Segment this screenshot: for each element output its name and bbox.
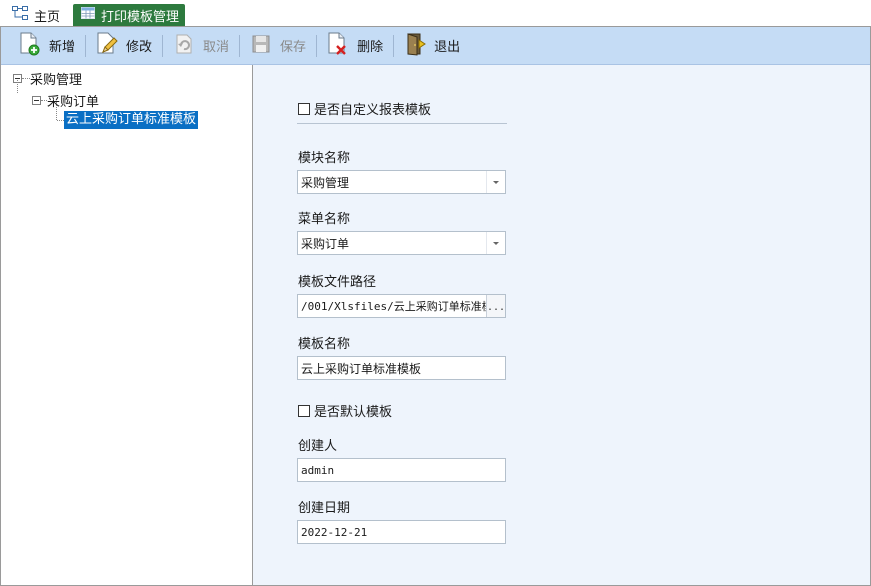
undo-icon xyxy=(173,32,195,60)
template-form: 是否自定义报表模板 模块名称 采购管理 菜单名称 采购订单 模板文件路径 /00… xyxy=(253,65,870,585)
toolbar-separator xyxy=(393,34,395,57)
tree-connector xyxy=(22,77,30,79)
create-date-label: 创建日期 xyxy=(298,501,351,516)
tree-node-label: 采购管理 xyxy=(30,72,83,88)
module-name-label: 模块名称 xyxy=(298,151,351,166)
template-name-value: 云上采购订单标准模板 xyxy=(301,361,422,376)
cancel-label: 取消 xyxy=(203,40,230,55)
menu-name-select[interactable]: 采购订单 xyxy=(297,231,506,255)
tree-connector xyxy=(57,119,64,121)
template-name-input[interactable]: 云上采购订单标准模板 xyxy=(297,356,506,380)
edit-button[interactable]: 修改 xyxy=(88,31,160,61)
menu-name-label: 菜单名称 xyxy=(298,212,351,227)
toolbar-separator xyxy=(162,34,164,57)
toolbar-separator xyxy=(239,34,241,57)
tree-connector xyxy=(17,80,18,93)
exit-button[interactable]: 退出 xyxy=(396,31,468,61)
create-date-input[interactable]: 2022-12-21 xyxy=(297,520,506,544)
creator-value: admin xyxy=(301,463,335,477)
toolbar: 新增 修改 取消 保存 删除 退出 xyxy=(1,27,870,65)
custom-report-checkbox[interactable]: 是否自定义报表模板 xyxy=(298,99,431,118)
tab-print-template[interactable]: 打印模板管理 xyxy=(73,4,185,26)
exit-door-icon xyxy=(404,32,426,60)
create-date-value: 2022-12-21 xyxy=(301,525,368,539)
new-button[interactable]: 新增 xyxy=(11,31,83,61)
tree-node-template[interactable]: 云上采购订单标准模板 xyxy=(57,111,199,129)
sitemap-icon xyxy=(12,6,28,24)
toolbar-separator xyxy=(85,34,87,57)
checkbox-box[interactable] xyxy=(298,404,310,417)
save-label: 保存 xyxy=(280,40,307,55)
tab-print-template-label: 打印模板管理 xyxy=(101,9,180,25)
edit-label: 修改 xyxy=(126,40,153,55)
template-path-field[interactable]: /001/Xlsfiles/云上采购订单标准模 ... xyxy=(297,294,506,318)
new-document-icon xyxy=(19,32,41,60)
creator-input[interactable]: admin xyxy=(297,458,506,482)
cancel-button[interactable]: 取消 xyxy=(165,31,237,61)
template-path-label: 模板文件路径 xyxy=(298,275,377,290)
menu-name-value: 采购订单 xyxy=(301,236,350,251)
creator-label: 创建人 xyxy=(298,439,338,454)
template-path-value: /001/Xlsfiles/云上采购订单标准模 xyxy=(301,300,493,313)
floppy-disk-icon xyxy=(250,32,272,60)
default-template-label: 是否默认模板 xyxy=(314,405,393,420)
exit-label: 退出 xyxy=(434,40,461,55)
tab-home-label: 主页 xyxy=(34,9,61,25)
checkbox-box[interactable] xyxy=(298,102,310,115)
new-label: 新增 xyxy=(49,40,76,55)
module-name-value: 采购管理 xyxy=(301,175,350,190)
toolbar-separator xyxy=(316,34,318,57)
delete-label: 删除 xyxy=(357,40,384,55)
save-button[interactable]: 保存 xyxy=(242,31,314,61)
main-frame: 新增 修改 取消 保存 删除 退出 采购管理 采购订单 云上采购订单标准模板 是… xyxy=(0,26,871,586)
tree-node-label-selected: 云上采购订单标准模板 xyxy=(64,111,199,129)
edit-pencil-icon xyxy=(96,32,118,60)
tree-node-purchase-order[interactable]: 采购订单 xyxy=(32,91,100,110)
browse-button[interactable]: ... xyxy=(486,295,505,317)
tab-home[interactable]: 主页 xyxy=(8,4,70,26)
module-tree: 采购管理 采购订单 云上采购订单标准模板 xyxy=(1,65,253,585)
divider xyxy=(297,123,507,124)
delete-document-icon xyxy=(327,32,349,60)
table-icon xyxy=(81,7,95,23)
tree-node-label: 采购订单 xyxy=(47,94,100,110)
chevron-down-icon[interactable] xyxy=(486,232,505,254)
template-name-label: 模板名称 xyxy=(298,337,351,352)
delete-button[interactable]: 删除 xyxy=(319,31,391,61)
tab-bar: 主页 打印模板管理 xyxy=(0,0,871,26)
module-name-select[interactable]: 采购管理 xyxy=(297,170,506,194)
tree-node-purchase-management[interactable]: 采购管理 xyxy=(13,69,83,88)
chevron-down-icon[interactable] xyxy=(486,171,505,193)
default-template-checkbox[interactable]: 是否默认模板 xyxy=(298,401,392,420)
collapse-icon[interactable] xyxy=(32,95,41,105)
custom-report-label: 是否自定义报表模板 xyxy=(314,103,432,118)
